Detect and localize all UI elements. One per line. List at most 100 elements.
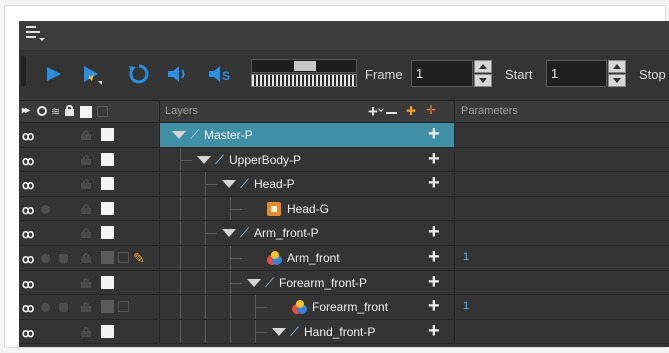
stack-icon[interactable] bbox=[59, 253, 68, 263]
frame-field[interactable]: 1 bbox=[411, 60, 473, 87]
color-swatch-icon[interactable] bbox=[101, 275, 114, 289]
expand-arrow-icon[interactable] bbox=[197, 155, 211, 164]
add-child-icon[interactable]: + bbox=[428, 149, 440, 169]
layer-row-tree[interactable]: ⟋ UpperBody-P + bbox=[160, 147, 454, 172]
animate-mode-icon[interactable]: ▸▸ bbox=[22, 105, 30, 116]
start-down-icon[interactable] bbox=[608, 74, 626, 87]
first-frame-icon[interactable] bbox=[80, 62, 104, 86]
expand-arrow-icon[interactable] bbox=[272, 327, 286, 336]
add-child-icon[interactable]: + bbox=[428, 124, 440, 144]
layer-name[interactable]: Head-P bbox=[254, 177, 295, 191]
add-drawing-layer-icon[interactable]: ✚ bbox=[406, 104, 416, 118]
color-swatch-icon[interactable] bbox=[101, 324, 114, 338]
layer-name[interactable]: UpperBody-P bbox=[229, 153, 301, 167]
outline-square-icon[interactable] bbox=[118, 301, 129, 313]
scrubber-knob[interactable] bbox=[294, 61, 316, 71]
start-stepper[interactable] bbox=[608, 60, 626, 87]
layer-row-tree[interactable]: Head-G bbox=[160, 196, 454, 221]
layer-row[interactable]: ꝏ ⟋ Master-P + bbox=[19, 123, 669, 148]
layer-row-tree[interactable]: ⟋ Hand_front-P + bbox=[160, 319, 454, 344]
add-child-icon[interactable]: + bbox=[428, 321, 440, 341]
animate-toggle-icon[interactable]: ꝏ bbox=[22, 203, 34, 217]
add-child-icon[interactable]: + bbox=[428, 173, 440, 193]
layer-row-tree[interactable]: ⟋ Head-P + bbox=[160, 172, 454, 196]
sound-scrub-icon[interactable]: S bbox=[207, 62, 231, 86]
animate-toggle-icon[interactable]: ꝏ bbox=[22, 326, 34, 340]
pencil-icon[interactable]: ✎ bbox=[133, 250, 145, 267]
layer-row-tree[interactable]: Forearm_front + bbox=[160, 295, 454, 319]
layer-row-tree[interactable]: Arm_front + bbox=[160, 245, 454, 270]
layer-name[interactable]: Head-G bbox=[287, 202, 329, 216]
layer-name[interactable]: Arm_front bbox=[287, 251, 340, 265]
layer-row[interactable]: ꝏ Head-G bbox=[19, 196, 669, 222]
add-child-icon[interactable]: + bbox=[428, 296, 440, 316]
lock-icon[interactable] bbox=[81, 302, 91, 313]
start-up-icon[interactable] bbox=[608, 60, 626, 73]
expand-arrow-icon[interactable] bbox=[172, 131, 186, 139]
animate-toggle-icon[interactable]: ꝏ bbox=[22, 301, 34, 315]
outline-square-icon[interactable] bbox=[97, 106, 108, 117]
color-swatch-icon[interactable] bbox=[101, 250, 114, 264]
scrubber-track[interactable] bbox=[251, 59, 357, 73]
layer-name[interactable]: Master-P bbox=[204, 128, 253, 142]
play-icon[interactable] bbox=[41, 62, 65, 86]
layer-row[interactable]: ꝏ ⟋ Forearm_front-P + bbox=[19, 270, 669, 296]
enable-dot-icon[interactable] bbox=[41, 204, 50, 214]
lock-icon[interactable] bbox=[81, 203, 91, 214]
frame-scrubber-slider[interactable] bbox=[251, 59, 357, 89]
color-swatch-icon[interactable] bbox=[101, 177, 114, 191]
color-swatch-icon[interactable] bbox=[101, 152, 114, 166]
color-swatch-icon[interactable] bbox=[101, 201, 114, 215]
layer-row[interactable]: ꝏ ⟋ UpperBody-P + bbox=[19, 147, 669, 173]
animate-toggle-icon[interactable]: ꝏ bbox=[22, 178, 34, 192]
lock-icon[interactable] bbox=[65, 105, 74, 116]
remove-layer-icon[interactable] bbox=[386, 112, 397, 114]
outline-square-icon[interactable] bbox=[118, 251, 129, 263]
start-field[interactable]: 1 bbox=[546, 60, 607, 87]
add-child-icon[interactable]: + bbox=[428, 222, 440, 242]
lock-icon[interactable] bbox=[81, 326, 91, 337]
lock-icon[interactable] bbox=[81, 252, 91, 263]
layer-row[interactable]: ꝏ ⟋ Arm_front-P + bbox=[19, 221, 669, 246]
visibility-toggle-icon[interactable] bbox=[37, 106, 47, 116]
layer-row[interactable]: ꝏ Forearm_front +1 bbox=[19, 295, 669, 320]
add-peg-layer-icon[interactable]: ✛ bbox=[426, 103, 436, 117]
expand-arrow-icon[interactable] bbox=[247, 278, 261, 287]
color-swatch-icon[interactable] bbox=[101, 128, 114, 141]
add-layer-menu-icon[interactable] bbox=[378, 106, 384, 112]
frame-stepper[interactable] bbox=[474, 60, 492, 87]
expand-arrow-icon[interactable] bbox=[222, 180, 236, 189]
add-child-icon[interactable]: + bbox=[428, 247, 440, 267]
layer-name[interactable]: Forearm_front-P bbox=[279, 276, 367, 290]
animate-toggle-icon[interactable]: ꝏ bbox=[22, 154, 34, 168]
animate-toggle-icon[interactable]: ꝏ bbox=[22, 277, 34, 291]
enable-dot-icon[interactable] bbox=[41, 303, 50, 313]
layer-row-tree[interactable]: ⟋ Master-P + bbox=[160, 123, 454, 147]
stack-icon[interactable] bbox=[59, 303, 68, 313]
layer-name[interactable]: Arm_front-P bbox=[254, 226, 319, 240]
lock-icon[interactable] bbox=[81, 130, 91, 140]
layer-name[interactable]: Forearm_front bbox=[312, 300, 388, 314]
sound-icon[interactable] bbox=[165, 62, 189, 86]
color-swatch-icon[interactable] bbox=[80, 106, 92, 118]
layer-row[interactable]: ꝏ ⟋ Hand_front-P + bbox=[19, 319, 669, 345]
add-child-icon[interactable]: + bbox=[428, 272, 440, 292]
animate-toggle-icon[interactable]: ꝏ bbox=[22, 252, 34, 266]
layer-row-tree[interactable]: ⟋ Forearm_front-P + bbox=[160, 270, 454, 295]
enable-dot-icon[interactable] bbox=[41, 253, 50, 263]
loop-icon[interactable] bbox=[127, 62, 151, 86]
hamburger-menu-icon[interactable] bbox=[26, 26, 40, 40]
animate-toggle-icon[interactable]: ꝏ bbox=[22, 129, 34, 143]
animate-toggle-icon[interactable]: ꝏ bbox=[22, 227, 34, 241]
layer-row-tree[interactable]: ⟋ Arm_front-P + bbox=[160, 221, 454, 245]
lock-icon[interactable] bbox=[81, 228, 91, 239]
add-layer-icon[interactable]: + bbox=[368, 102, 378, 122]
toolbar-grip-handle[interactable] bbox=[21, 56, 26, 86]
color-swatch-icon[interactable] bbox=[101, 300, 114, 314]
color-swatch-icon[interactable] bbox=[101, 226, 114, 240]
expand-arrow-icon[interactable] bbox=[222, 229, 236, 238]
lock-icon[interactable] bbox=[81, 277, 91, 288]
lock-icon[interactable] bbox=[81, 179, 91, 190]
layer-stack-icon[interactable]: ≋ bbox=[51, 105, 60, 118]
layer-row[interactable]: ꝏ ⟋ Head-P + bbox=[19, 172, 669, 197]
